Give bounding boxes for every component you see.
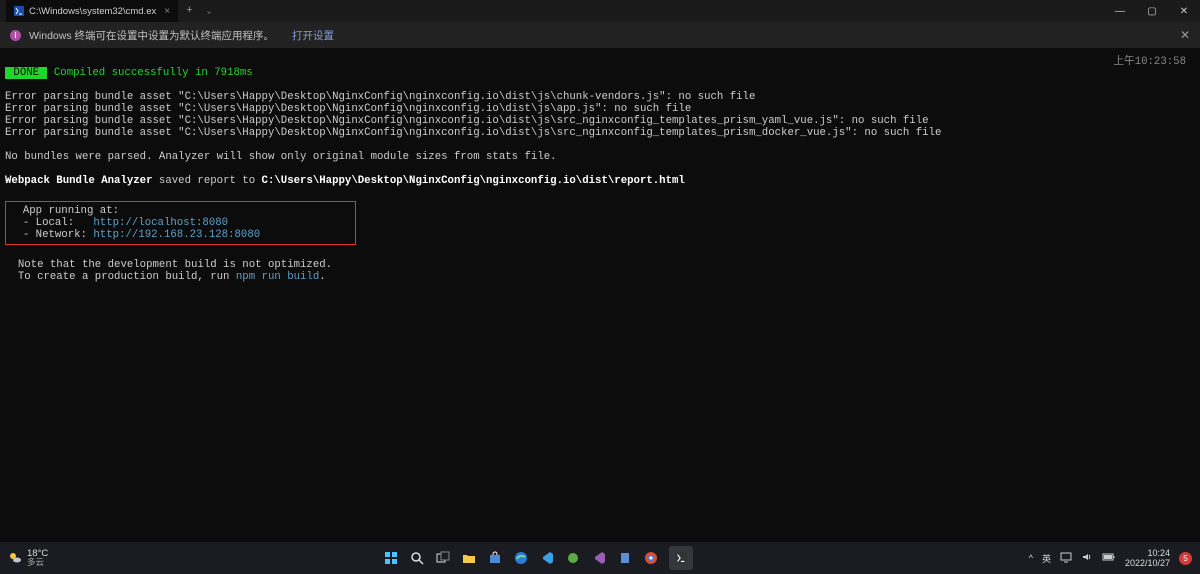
vs-icon[interactable] (591, 550, 607, 566)
network-url[interactable]: http://192.168.23.128: (93, 229, 234, 241)
app-running-header: App running at: (10, 205, 119, 217)
local-url[interactable]: http://localhost: (93, 217, 202, 229)
notification-close-icon[interactable]: ✕ (1180, 28, 1190, 42)
error-line: Error parsing bundle asset "C:\Users\Hap… (5, 103, 691, 115)
weather-condition: 多云 (27, 558, 48, 567)
note-line-prefix: To create a production build, run (5, 271, 236, 283)
timestamp: 上午10:23:58 (1113, 56, 1186, 68)
minimize-button[interactable]: — (1104, 0, 1136, 22)
tray-clock[interactable]: 10:24 2022/10/27 (1125, 548, 1170, 568)
vscode-icon[interactable] (539, 550, 555, 566)
local-port[interactable]: 8080 (202, 217, 228, 229)
new-tab-button[interactable]: + (178, 0, 201, 22)
open-settings-link[interactable]: 打开设置 (292, 28, 334, 43)
search-icon[interactable] (409, 550, 425, 566)
notification-text: Windows 终端可在设置中设置为默认终端应用程序。 (29, 28, 274, 43)
network-port[interactable]: 8080 (235, 229, 261, 241)
note-line-suffix: . (319, 271, 325, 283)
weather-icon (8, 551, 22, 565)
tray-date: 2022/10/27 (1125, 558, 1170, 568)
bundles-msg: No bundles were parsed. Analyzer will sh… (5, 151, 557, 163)
terminal-tab[interactable]: C:\Windows\system32\cmd.ex × (6, 0, 178, 22)
explorer-icon[interactable] (461, 550, 477, 566)
error-line: Error parsing bundle asset "C:\Users\Hap… (5, 91, 755, 103)
ime-lang[interactable]: 英 (1042, 552, 1051, 565)
error-line: Error parsing bundle asset "C:\Users\Hap… (5, 115, 929, 127)
notification-badge[interactable]: 5 (1179, 552, 1192, 565)
notepad-icon[interactable] (617, 550, 633, 566)
taskbar-weather[interactable]: 18°C 多云 (8, 549, 48, 567)
tray-chevron-icon[interactable]: ^ (1029, 553, 1033, 563)
app-running-box: App running at: - Local: http://localhos… (5, 201, 356, 245)
start-icon[interactable] (383, 550, 399, 566)
compile-status: Compiled successfully in 7918ms (47, 67, 252, 79)
taskbar-tray: ^ 英 10:24 2022/10/27 5 (1029, 548, 1192, 568)
chrome-icon[interactable] (643, 550, 659, 566)
taskbar-apps (383, 546, 693, 570)
info-icon: i (10, 30, 21, 41)
tray-time: 10:24 (1147, 548, 1170, 558)
battery-tray-icon[interactable] (1102, 552, 1116, 564)
terminal-output[interactable]: 上午10:23:58 DONE Compiled successfully in… (0, 48, 1200, 290)
notification-content: i Windows 终端可在设置中设置为默认终端应用程序。 打开设置 (10, 28, 334, 43)
terminal-app-icon[interactable] (669, 546, 693, 570)
clashN-icon[interactable] (565, 550, 581, 566)
analyzer-mid: saved report to (153, 175, 262, 187)
store-icon[interactable] (487, 550, 503, 566)
analyzer-path: C:\Users\Happy\Desktop\NginxConfig\nginx… (262, 175, 685, 187)
network-tray-icon[interactable] (1060, 551, 1072, 565)
taskview-icon[interactable] (435, 550, 451, 566)
terminal-icon (14, 6, 24, 16)
titlebar-left: C:\Windows\system32\cmd.ex × + ⌄ (6, 0, 218, 22)
done-badge: DONE (5, 67, 47, 79)
edge-icon[interactable] (513, 550, 529, 566)
tab-title: C:\Windows\system32\cmd.ex (29, 6, 156, 17)
close-button[interactable]: ✕ (1168, 0, 1200, 22)
maximize-button[interactable]: ▢ (1136, 0, 1168, 22)
network-label: - Network: (10, 229, 93, 241)
notification-bar: i Windows 终端可在设置中设置为默认终端应用程序。 打开设置 ✕ (0, 22, 1200, 48)
taskbar: 18°C 多云 ^ 英 10:24 2022/10/27 5 (0, 542, 1200, 574)
local-label: - Local: (10, 217, 93, 229)
error-line: Error parsing bundle asset "C:\Users\Hap… (5, 127, 941, 139)
npm-run-build: npm run build (236, 271, 319, 283)
tab-dropdown-button[interactable]: ⌄ (201, 0, 218, 22)
volume-tray-icon[interactable] (1081, 551, 1093, 565)
titlebar: C:\Windows\system32\cmd.ex × + ⌄ — ▢ ✕ (0, 0, 1200, 22)
window-controls: — ▢ ✕ (1104, 0, 1200, 22)
note-line: Note that the development build is not o… (5, 259, 332, 271)
analyzer-prefix: Webpack Bundle Analyzer (5, 175, 153, 187)
tab-close-icon[interactable]: × (164, 6, 170, 17)
